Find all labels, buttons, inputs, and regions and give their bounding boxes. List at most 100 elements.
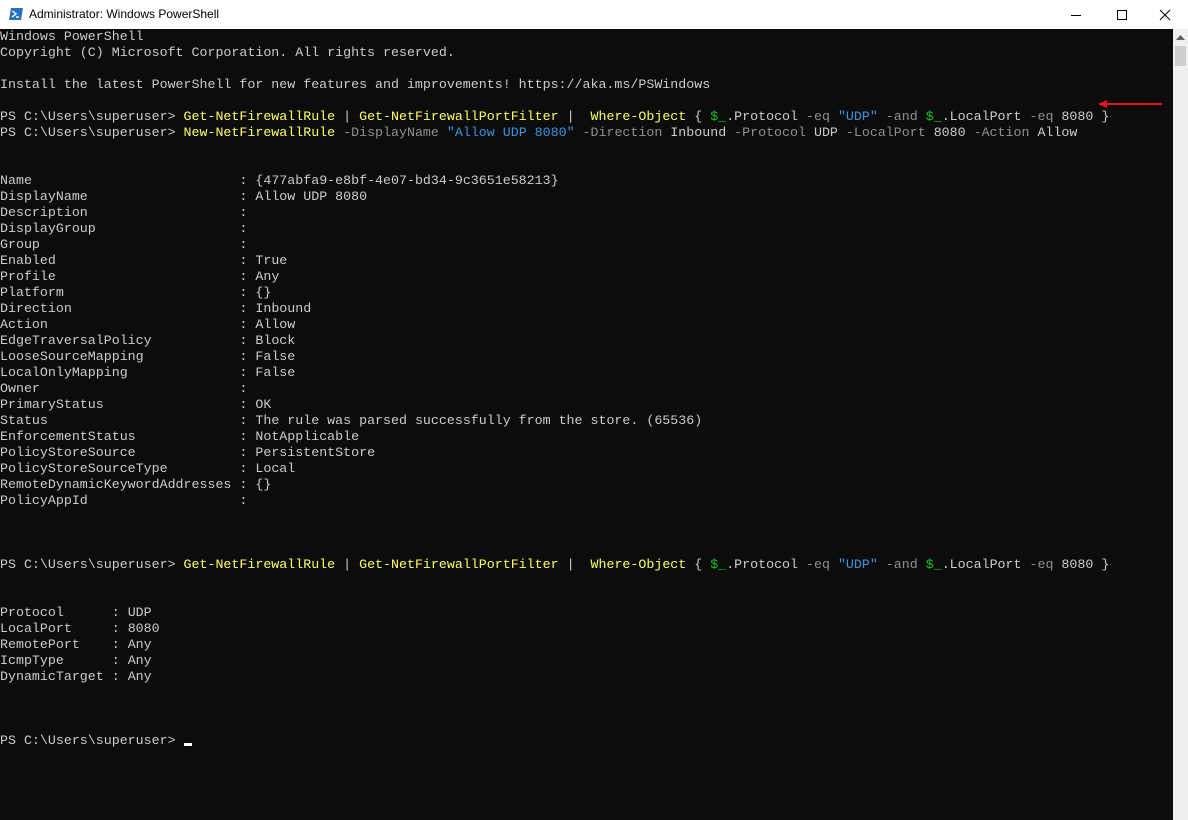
separator: :	[239, 237, 256, 252]
output-property-row: Direction : Inbound	[0, 301, 311, 317]
property: .Protocol	[726, 109, 806, 124]
output-property-row: LooseSourceMapping : False	[0, 349, 295, 365]
property-name: Action	[0, 317, 240, 332]
separator: :	[239, 173, 256, 188]
number: 8080	[1061, 557, 1094, 572]
property-name: DynamicTarget	[0, 669, 112, 684]
separator: :	[239, 205, 256, 220]
property-name: PolicyStoreSource	[0, 445, 240, 460]
maximize-icon	[1117, 10, 1127, 20]
property-name: Profile	[0, 269, 240, 284]
property-name: DisplayGroup	[0, 221, 240, 236]
property-value: PersistentStore	[255, 445, 376, 460]
separator: :	[239, 189, 256, 204]
argument: UDP	[813, 125, 838, 140]
output-property-row: Owner :	[0, 381, 255, 397]
output-property-row: EdgeTraversalPolicy : Block	[0, 333, 295, 349]
prompt: PS C:\Users\superuser>	[0, 557, 184, 572]
property-value: OK	[255, 397, 272, 412]
minimize-icon	[1071, 15, 1081, 16]
property-name: IcmpType	[0, 653, 112, 668]
separator: :	[239, 429, 256, 444]
brace: {	[686, 557, 711, 572]
text-cursor	[183, 743, 192, 746]
cmdlet: Get-NetFirewallPortFilter	[359, 557, 559, 572]
output-property-row: LocalPort : 8080	[0, 621, 160, 637]
banner-line: Windows PowerShell	[0, 29, 144, 44]
update-notice-line: Install the latest PowerShell for new fe…	[0, 77, 711, 92]
property-value: Any	[127, 669, 152, 684]
property-value: UDP	[127, 605, 152, 620]
property-name: Owner	[0, 381, 240, 396]
output-property-row: PolicyAppId :	[0, 493, 255, 509]
property: .LocalPort	[941, 557, 1030, 572]
property-name: LocalOnlyMapping	[0, 365, 240, 380]
scroll-up-button[interactable]	[1173, 29, 1188, 46]
maximize-button[interactable]	[1099, 0, 1145, 29]
separator: :	[239, 493, 256, 508]
separator: :	[111, 605, 128, 620]
property-name: PolicyAppId	[0, 493, 240, 508]
output-property-row: Platform : {}	[0, 285, 271, 301]
variable: $_	[710, 557, 727, 572]
close-button[interactable]	[1142, 0, 1188, 29]
cmdlet: Get-NetFirewallPortFilter	[359, 109, 559, 124]
output-property-row: Group :	[0, 237, 255, 253]
operator: -eq	[806, 557, 830, 572]
output-property-row: DisplayName : Allow UDP 8080	[0, 189, 367, 205]
separator: :	[239, 477, 256, 492]
scroll-thumb[interactable]	[1175, 46, 1186, 66]
output-property-row: DisplayGroup :	[0, 221, 255, 237]
separator: :	[111, 637, 128, 652]
operator: -eq	[806, 109, 830, 124]
property-name: PolicyStoreSourceType	[0, 461, 240, 476]
output-property-row: RemoteDynamicKeywordAddresses : {}	[0, 477, 271, 493]
variable: $_	[925, 557, 942, 572]
output-property-row: Action : Allow	[0, 317, 295, 333]
property-value: Allow	[255, 317, 296, 332]
property-value: Local	[255, 461, 296, 476]
cmdlet: Where-Object	[590, 557, 687, 572]
property-name: RemotePort	[0, 637, 112, 652]
pipe: |	[558, 557, 591, 572]
prompt: PS C:\Users\superuser>	[0, 733, 184, 748]
separator: :	[239, 381, 256, 396]
string-literal: "Allow UDP 8080"	[446, 125, 575, 140]
parameter: -Action	[973, 125, 1030, 140]
output-property-row: PolicyStoreSource : PersistentStore	[0, 445, 375, 461]
property-name: RemoteDynamicKeywordAddresses	[0, 477, 240, 492]
property-value: Allow UDP 8080	[255, 189, 368, 204]
property-value: {}	[255, 285, 272, 300]
close-icon	[1159, 9, 1171, 21]
separator: :	[239, 221, 256, 236]
output-property-row: PrimaryStatus : OK	[0, 397, 271, 413]
red-arrow-icon	[1098, 100, 1162, 108]
property-name: Enabled	[0, 253, 240, 268]
separator: :	[111, 669, 128, 684]
output-property-row: IcmpType : Any	[0, 653, 152, 669]
property-value: Block	[255, 333, 296, 348]
property-name: Status	[0, 413, 240, 428]
cmdlet: Where-Object	[590, 109, 687, 124]
pipe: |	[558, 109, 591, 124]
property-value: False	[255, 365, 296, 380]
argument: Allow	[1037, 125, 1078, 140]
title-bar: Administrator: Windows PowerShell	[0, 0, 1188, 29]
window-title: Administrator: Windows PowerShell	[29, 7, 220, 21]
property-value: Any	[127, 653, 152, 668]
separator: :	[239, 253, 256, 268]
property-value: 8080	[127, 621, 160, 636]
parameter: -LocalPort	[845, 125, 926, 140]
brace: }	[1093, 109, 1110, 124]
vertical-scrollbar[interactable]	[1173, 29, 1188, 820]
output-property-row: Protocol : UDP	[0, 605, 152, 621]
output-property-row: DynamicTarget : Any	[0, 669, 152, 685]
separator: :	[239, 317, 256, 332]
console-output[interactable]: Windows PowerShell Copyright (C) Microso…	[0, 29, 1173, 820]
variable: $_	[925, 109, 942, 124]
cmdlet: Get-NetFirewallRule	[183, 557, 336, 572]
parameter: -Direction	[582, 125, 663, 140]
property-name: DisplayName	[0, 189, 240, 204]
prompt: PS C:\Users\superuser>	[0, 125, 184, 140]
minimize-button[interactable]	[1053, 0, 1099, 29]
